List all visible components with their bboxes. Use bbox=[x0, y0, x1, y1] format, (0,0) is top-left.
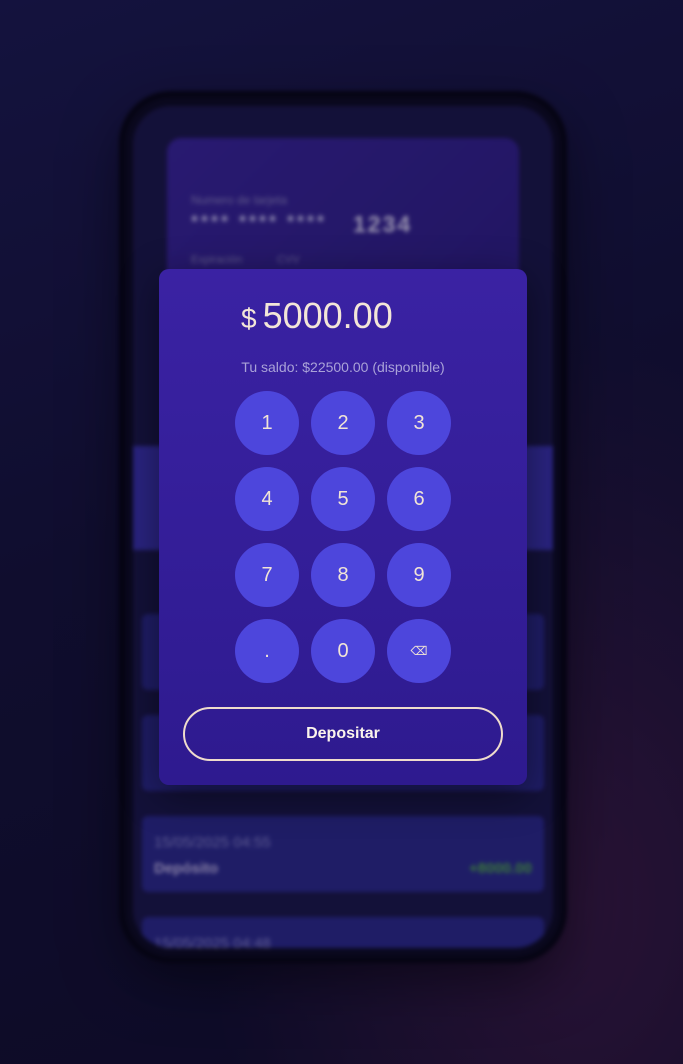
key-4[interactable]: 4 bbox=[235, 467, 299, 531]
deposit-modal: $ 5000.00 Tu saldo: $22500.00 (disponibl… bbox=[159, 269, 527, 785]
key-2[interactable]: 2 bbox=[311, 391, 375, 455]
currency-symbol: $ bbox=[241, 303, 257, 334]
key-9[interactable]: 9 bbox=[387, 543, 451, 607]
key-5[interactable]: 5 bbox=[311, 467, 375, 531]
amount-display: $ 5000.00 bbox=[241, 295, 393, 337]
amount-value: 5000.00 bbox=[262, 295, 393, 336]
deposit-button[interactable]: Depositar bbox=[183, 707, 503, 761]
key-1[interactable]: 1 bbox=[235, 391, 299, 455]
key-6[interactable]: 6 bbox=[387, 467, 451, 531]
key-decimal[interactable]: . bbox=[235, 619, 299, 683]
key-backspace[interactable]: ⌫ bbox=[387, 619, 451, 683]
key-0[interactable]: 0 bbox=[311, 619, 375, 683]
key-3[interactable]: 3 bbox=[387, 391, 451, 455]
key-7[interactable]: 7 bbox=[235, 543, 299, 607]
numeric-keypad: 1 2 3 4 5 6 7 8 9 . 0 ⌫ bbox=[235, 391, 451, 683]
available-balance: Tu saldo: $22500.00 (disponible) bbox=[241, 359, 445, 375]
backspace-icon: ⌫ bbox=[410, 644, 428, 658]
key-8[interactable]: 8 bbox=[311, 543, 375, 607]
